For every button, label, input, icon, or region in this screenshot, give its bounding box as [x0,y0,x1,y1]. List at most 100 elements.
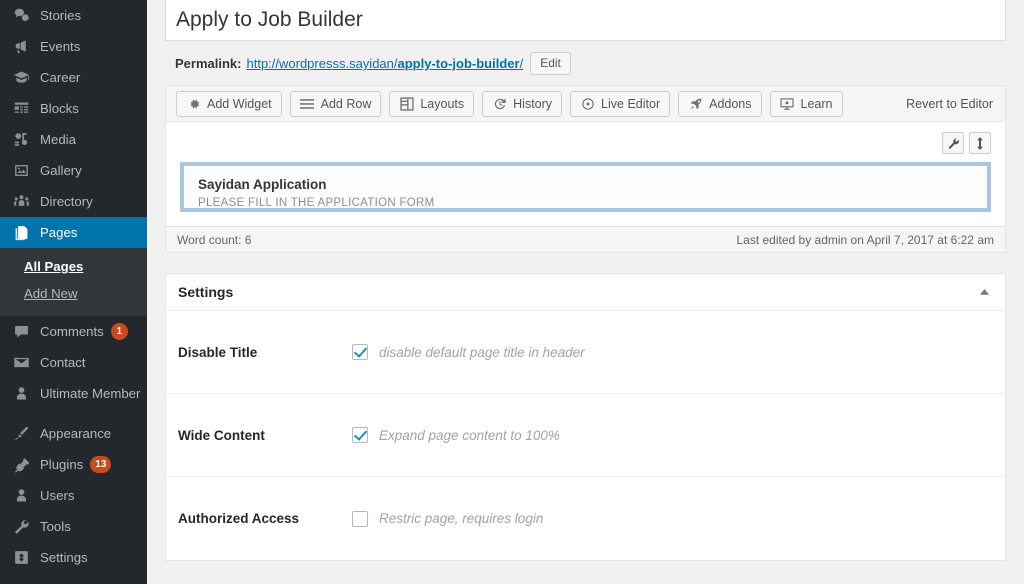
sidebar-item-directory[interactable]: Directory [0,186,147,217]
addons-button[interactable]: Addons [678,90,762,117]
learn-button[interactable]: Learn [769,90,843,117]
layouts-button[interactable]: Layouts [389,90,475,117]
checkbox-authorized-access[interactable] [352,510,368,527]
widget-subtitle: PLEASE FILL IN THE APPLICATION FORM [198,197,435,209]
widget-title: Sayidan Application [198,177,327,192]
live-editor-button[interactable]: Live Editor [570,90,671,117]
sidebar-item-label: Career [40,70,81,85]
last-edited: Last edited by admin on April 7, 2017 at… [736,232,994,247]
sidebar-item-events[interactable]: Events [0,31,147,62]
sidebar-item-label: Tools [40,519,71,534]
widget-card[interactable]: Sayidan Application PLEASE FILL IN THE A… [180,162,991,212]
setting-description: Expand page content to 100% [379,427,560,443]
wrench-icon[interactable] [942,132,964,154]
setting-control: disable default page title in header [352,344,585,360]
builder-canvas: Sayidan Application PLEASE FILL IN THE A… [166,122,1005,226]
admin-sidebar: Stories Events Career Blocks Media Gallery Dir… [0,0,147,584]
toolbar-button-label: Addons [709,96,752,111]
submenu-item-all-pages[interactable]: All Pages [0,253,147,280]
sidebar-item-label: Comments [40,324,104,339]
toolbar-button-label: Layouts [420,96,465,111]
editor-status-bar: Word count: 6 Last edited by admin on Ap… [166,226,1005,252]
sidebar-item-comments[interactable]: Comments 1 [0,316,147,347]
checkbox-wide-content[interactable] [352,427,368,443]
settings-panel: Settings Disable Title disable default pa… [165,273,1006,561]
sidebar-item-label: Users [40,488,75,503]
setting-label: Authorized Access [178,511,300,526]
gear-icon [186,96,201,111]
comment-icon [11,322,31,342]
sidebar-item-label: Blocks [40,101,79,116]
sidebar-item-gallery[interactable]: Gallery [0,155,147,186]
megaphone-icon [11,37,31,57]
play-circle-icon [580,96,595,111]
builder-toolbar: Add Widget Add Row Layouts History Live Edit… [166,86,1005,122]
setting-label: Disable Title [178,344,258,360]
sidebar-item-label: Contact [40,355,86,370]
envelope-icon [11,353,31,373]
hamburger-rows-icon [300,96,315,111]
setting-control: Expand page content to 100% [352,427,560,443]
sidebar-item-plugins[interactable]: Plugins 13 [0,449,147,480]
setting-row-disable-title: Disable Title disable default page title … [166,311,1005,394]
submenu-item-add-new[interactable]: Add New [0,280,147,307]
sidebar-item-label: Stories [40,8,82,23]
permalink-base: http://wordpresss.sayidan/ [246,56,398,71]
sidebar-item-media[interactable]: Media [0,124,147,155]
word-count: Word count: 6 [177,232,252,247]
sidebar-separator [0,409,147,418]
sidebar-item-career[interactable]: Career [0,62,147,93]
sidebar-item-blocks[interactable]: Blocks [0,93,147,124]
sidebar-item-label: Plugins [40,457,84,472]
image-icon [11,161,31,181]
presentation-board-icon [780,96,795,111]
media-icon [11,130,31,150]
permalink-row: Permalink: http://wordpresss.sayidan/app… [165,41,1006,85]
row-tools [180,130,991,162]
sidebar-item-label: Appearance [40,426,112,441]
setting-label: Wide Content [178,427,265,443]
sidebar-item-label: Directory [40,194,93,209]
sidebar-item-tools[interactable]: Tools [0,511,147,542]
sidebar-item-label: Settings [40,550,88,565]
setting-control: Restric page, requires login [352,510,544,527]
wordpress-admin-screen: Stories Events Career Blocks Media Gallery Dir… [0,0,1024,584]
settings-panel-title: Settings [178,284,234,300]
triangle-up-icon[interactable] [975,283,993,301]
sidebar-item-users[interactable]: Users [0,480,147,511]
toolbar-button-label: Learn [800,96,833,111]
sidebar-item-appearance[interactable]: Appearance [0,418,147,449]
add-row-button[interactable]: Add Row [289,90,382,117]
checkbox-disable-title[interactable] [352,344,368,360]
sidebar-menu: Stories Events Career Blocks Media Gallery Dir… [0,0,147,573]
sidebar-item-pages[interactable]: Pages [0,217,147,248]
page-title-input[interactable] [165,0,1006,41]
sidebar-item-badge: 1 [110,323,128,340]
settings-panel-header[interactable]: Settings [166,274,1005,311]
setting-description: disable default page title in header [379,344,585,360]
blocks-grid-icon [11,99,31,119]
pages-submenu: All Pages Add New [0,248,147,316]
toolbar-button-label: Live Editor [601,96,661,111]
edit-permalink-button[interactable]: Edit [530,52,571,75]
revert-to-editor-link[interactable]: Revert to Editor [906,97,995,111]
setting-row-wide-content: Wide Content Expand page content to 100% [166,394,1005,477]
history-button[interactable]: History [482,90,563,117]
sidebar-item-settings[interactable]: Settings [0,542,147,573]
plug-icon [11,455,31,475]
setting-row-authorized-access: Authorized Access Restric page, requires … [166,477,1005,560]
add-widget-button[interactable]: Add Widget [176,90,282,117]
sidebar-item-label: Pages [40,225,78,240]
permalink-trailing-slash: / [519,56,524,71]
user-icon [11,486,31,506]
sidebar-item-label: Events [40,39,81,54]
move-vertical-icon[interactable] [969,132,991,154]
permalink-link[interactable]: http://wordpresss.sayidan/apply-to-job-b… [246,56,523,71]
settings-rows: Disable Title disable default page title … [166,311,1005,560]
permalink-slug: apply-to-job-builder [397,56,520,71]
sidebar-item-contact[interactable]: Contact [0,347,147,378]
user-icon [11,384,31,404]
setting-description: Restric page, requires login [379,511,544,526]
sidebar-item-stories[interactable]: Stories [0,0,147,31]
sidebar-item-ultimate-member[interactable]: Ultimate Member [0,378,147,409]
